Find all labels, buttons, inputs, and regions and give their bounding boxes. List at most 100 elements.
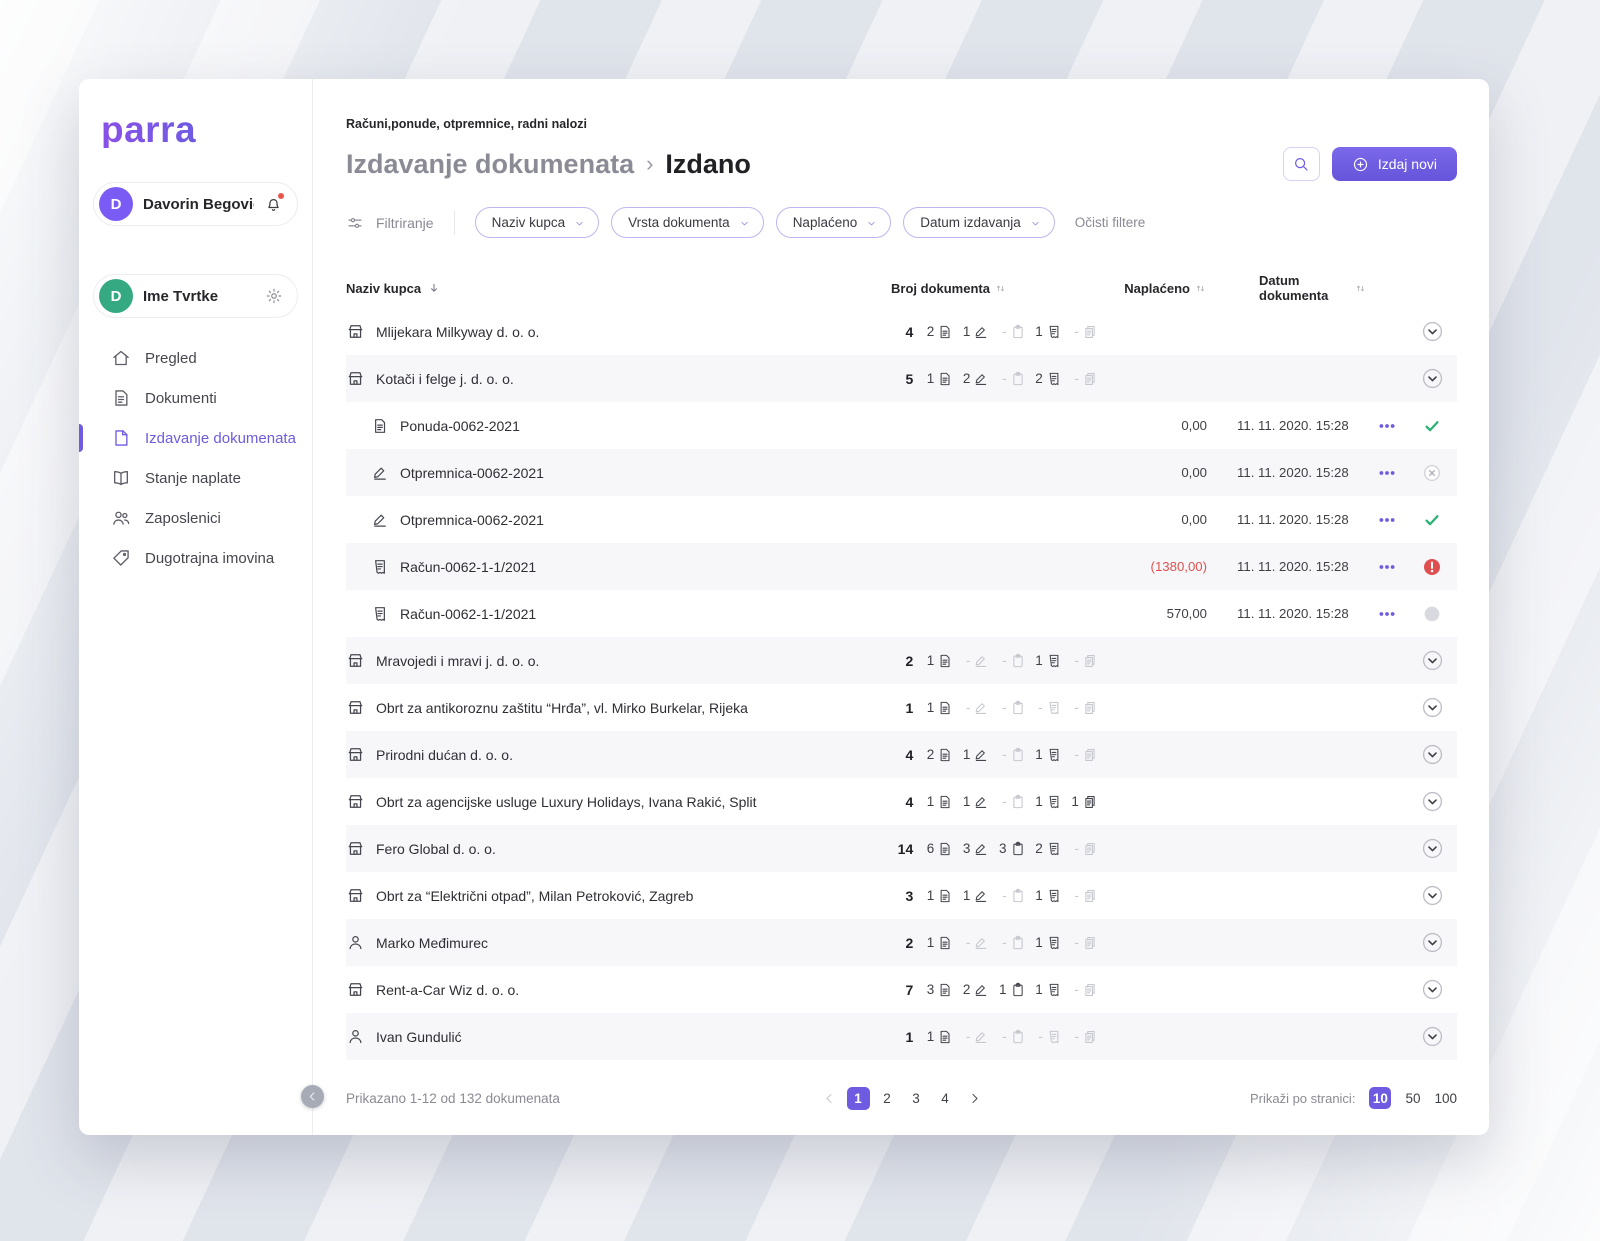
per-page-button-100[interactable]: 100: [1434, 1091, 1457, 1106]
expand-row-button[interactable]: [1421, 320, 1444, 343]
expand-row-button[interactable]: [1421, 1025, 1444, 1048]
user-card[interactable]: D Davorin Begović: [93, 182, 298, 226]
status-success-icon: [1422, 510, 1442, 530]
copies-icon: [1082, 794, 1098, 810]
notifications-bell-icon[interactable]: [264, 191, 285, 214]
breadcrumb-separator: ›: [646, 151, 654, 176]
filter-pill-datum-izdavanja[interactable]: Datum izdavanja: [903, 207, 1055, 238]
prev-page-button[interactable]: [820, 1089, 839, 1108]
expand-row-button[interactable]: [1421, 931, 1444, 954]
row-menu-button[interactable]: [1374, 413, 1400, 439]
document-row[interactable]: Ponuda-0062-2021 0,00 11. 11. 2020. 15:28: [346, 402, 1457, 449]
person-icon: [346, 933, 365, 952]
document-row[interactable]: Otpremnica-0062-2021 0,00 11. 11. 2020. 15…: [346, 496, 1457, 543]
expand-row-button[interactable]: [1421, 649, 1444, 672]
customer-row[interactable]: Marko Međimurec 2 1- -1-: [346, 919, 1457, 966]
pen-icon: [973, 700, 989, 716]
pagination-pages: 1234: [846, 1086, 957, 1110]
per-page-label: Prikaži po stranici:: [1249, 1090, 1356, 1106]
company-icon: [346, 745, 365, 764]
sidebar-item-pregled[interactable]: Pregled: [79, 338, 312, 378]
customer-row[interactable]: Mlijekara Milkyway d. o. o. 4 2 1-1-: [346, 308, 1457, 355]
home-icon: [111, 348, 131, 368]
column-header-naplaceno[interactable]: Naplaćeno: [1106, 281, 1207, 296]
doc-count-page: 1: [925, 888, 961, 904]
doc-icon: [111, 388, 131, 408]
customer-row[interactable]: Fero Global d. o. o. 14 6 3 3 2-: [346, 825, 1457, 872]
expand-row-button[interactable]: [1421, 696, 1444, 719]
column-header-datum-dokumenta[interactable]: Datum dokumenta: [1207, 273, 1367, 303]
column-header-naziv-kupca[interactable]: Naziv kupca: [346, 281, 891, 296]
filter-label: Filtriranje: [376, 214, 434, 231]
invoice-icon: [1046, 794, 1062, 810]
page-button-3[interactable]: 3: [905, 1087, 928, 1110]
settings-gear-icon[interactable]: [265, 287, 283, 305]
customer-row[interactable]: Rent-a-Car Wiz d. o. o. 7 3 2 1 1-: [346, 966, 1457, 1013]
file-icon: [111, 428, 131, 448]
customer-row[interactable]: Mravojedi i mravi j. d. o. o. 2 1- -1-: [346, 637, 1457, 684]
invoice-icon: [1046, 653, 1062, 669]
sidebar-item-izdavanje-dokumenata[interactable]: Izdavanje dokumenata: [79, 418, 312, 458]
clear-filters-button[interactable]: Očisti filtere: [1075, 215, 1146, 230]
expand-row-button[interactable]: [1421, 790, 1444, 813]
company-card[interactable]: D Ime Tvrtke: [93, 274, 298, 318]
row-menu-button[interactable]: [1374, 507, 1400, 533]
expand-row-button[interactable]: [1421, 837, 1444, 860]
customer-row[interactable]: Obrt za “Električni otpad”, Milan Petrok…: [346, 872, 1457, 919]
expand-row-button[interactable]: [1421, 978, 1444, 1001]
copies-icon: [1082, 1029, 1098, 1045]
document-row[interactable]: Račun-0062-1-1/2021 (1380,00) 11. 11. 2020…: [346, 543, 1457, 590]
next-page-button[interactable]: [965, 1089, 984, 1108]
collapse-sidebar-button[interactable]: [301, 1085, 324, 1108]
sidebar-item-dugotrajna-imovina[interactable]: Dugotrajna imovina: [79, 538, 312, 578]
documents-total: 2: [905, 652, 914, 669]
new-document-button[interactable]: Izdaj novi: [1331, 147, 1457, 181]
per-page-button-50[interactable]: 50: [1405, 1091, 1420, 1106]
invoice-icon: [1046, 371, 1062, 387]
breadcrumb: Izdavanje dokumenata › Izdano: [346, 149, 751, 180]
chevron-down-circle-icon: [1421, 696, 1444, 719]
per-page-button-10[interactable]: 10: [1369, 1087, 1392, 1109]
customer-row[interactable]: Kotači i felge j. d. o. o. 5 1 2-2-: [346, 355, 1457, 402]
search-button[interactable]: [1282, 147, 1320, 181]
document-row[interactable]: Otpremnica-0062-2021 0,00 11. 11. 2020. 15…: [346, 449, 1457, 496]
expand-row-button[interactable]: [1421, 884, 1444, 907]
row-menu-button[interactable]: [1374, 554, 1400, 580]
doc-count-invoice: 2: [1034, 841, 1070, 857]
doc-count-page: 1: [925, 935, 961, 951]
doc-count-copies: -: [1070, 888, 1106, 904]
sidebar-item-zaposlenici[interactable]: Zaposlenici: [79, 498, 312, 538]
document-row[interactable]: Račun-0062-1-1/2021 570,00 11. 11. 2020. 1…: [346, 590, 1457, 637]
filter-pill-naziv-kupca[interactable]: Naziv kupca: [474, 207, 600, 238]
doc-count-clipboard: -: [998, 700, 1034, 716]
company-icon: [346, 839, 365, 858]
customer-row[interactable]: Obrt za antikoroznu zaštitu “Hrđa”, vl. …: [346, 684, 1457, 731]
customer-row[interactable]: Ivan Gundulić 1 1- - - -: [346, 1013, 1457, 1060]
filter-pill-vrsta-dokumenta[interactable]: Vrsta dokumenta: [611, 207, 764, 238]
people-icon: [111, 508, 131, 528]
sidebar-item-stanje-naplate[interactable]: Stanje naplate: [79, 458, 312, 498]
row-menu-button[interactable]: [1374, 460, 1400, 486]
row-menu-button[interactable]: [1374, 601, 1400, 627]
expand-row-button[interactable]: [1421, 367, 1444, 390]
documents-total: 7: [905, 981, 914, 998]
sidebar-item-dokumenti[interactable]: Dokumenti: [79, 378, 312, 418]
chevron-down-circle-icon: [1421, 649, 1444, 672]
company-icon: [346, 698, 365, 717]
page-icon: [937, 841, 953, 857]
document-date: 11. 11. 2020. 15:28: [1237, 559, 1349, 574]
filter-pill-naplaćeno[interactable]: Naplaćeno: [775, 207, 892, 238]
doc-count-page: 3: [925, 982, 961, 998]
page-button-4[interactable]: 4: [934, 1087, 957, 1110]
doc-count-clipboard: 3: [998, 841, 1034, 857]
customer-row[interactable]: Obrt za agencijske usluge Luxury Holiday…: [346, 778, 1457, 825]
company-icon: [346, 792, 365, 811]
breadcrumb-parent[interactable]: Izdavanje dokumenata: [346, 149, 634, 180]
page-button-1[interactable]: 1: [846, 1086, 870, 1110]
column-header-broj-dokumenta[interactable]: Broj dokumenta: [891, 281, 1106, 296]
page-button-2[interactable]: 2: [876, 1087, 899, 1110]
amount-value: (1380,00): [1150, 559, 1207, 574]
copies-icon: [1082, 935, 1098, 951]
expand-row-button[interactable]: [1421, 743, 1444, 766]
customer-row[interactable]: Prirodni dućan d. o. o. 4 2 1-1-: [346, 731, 1457, 778]
